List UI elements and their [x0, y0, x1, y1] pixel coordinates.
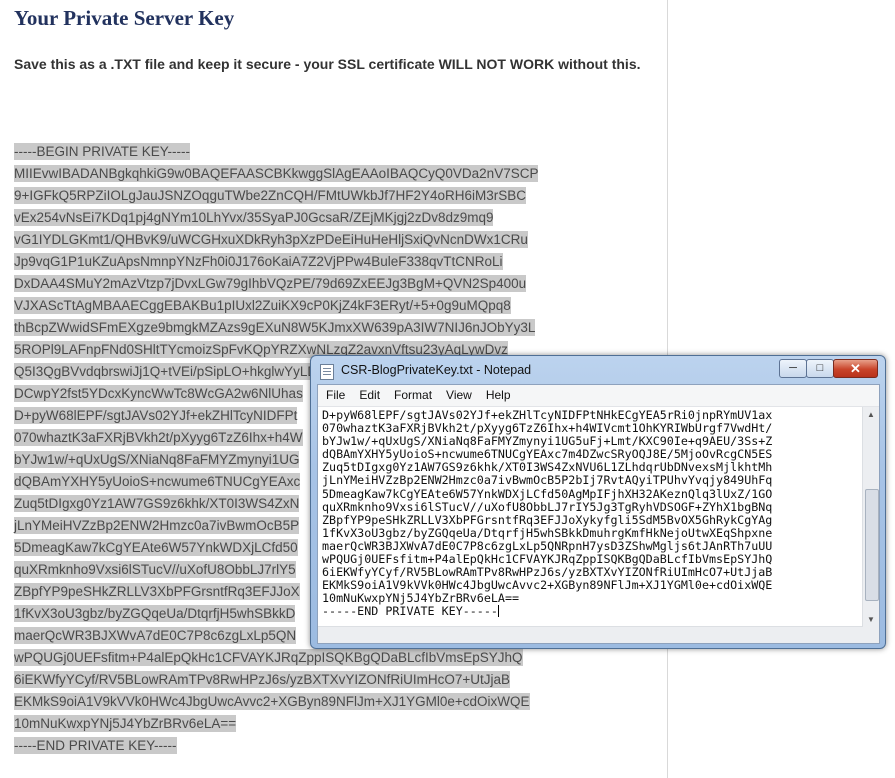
minimize-button[interactable]: ─ [779, 359, 807, 378]
notepad-line: 1fKvX3oU3gbz/byZGQqeUa/DtqrfjH5whSBkkDmu… [322, 526, 773, 540]
key-line-text: ZBpfYP9peSHkZRLLV3XbPFGrsntfRq3EFJJoX [14, 583, 300, 600]
key-line: wPQUGj0UEFsfitm+P4alEpQkHc1CFVAYKJRqZppI… [14, 647, 538, 669]
notepad-line: ZBpfYP9peSHkZRLLV3XbPFGrsntfRq3EFJJoXyky… [322, 513, 773, 527]
key-line: thBcpZWwidSFmEXgze9bmgkMZAzs9gEXuN8W5KJm… [14, 317, 538, 339]
key-line: Jp9vqG1P1uKZuApsNmnpYNzFh0i0J176oKaiA7Z2… [14, 251, 538, 273]
key-line-text: MIIEvwIBADANBgkqhkiG9w0BAQEFAASCBKkwggSl… [14, 165, 539, 182]
key-line: 10mNuKwxpYNj5J4YbZrBRv6eLA== [14, 713, 538, 735]
key-line: -----END PRIVATE KEY----- [14, 735, 538, 757]
notepad-client: File Edit Format View Help D+pyW68lEPF/sgtJA… [317, 384, 880, 644]
key-line-text: Zuq5tDIgxg0Yz1AW7GS9z6khk/XT0I3WS4ZxN [14, 495, 300, 512]
notepad-line: 070whaztK3aFXRjBVkh2t/pXyyg6TzZ6Ihx+h4WI… [322, 422, 773, 436]
key-line-text: bYJw1w/+qUxUgS/XNiaNq8FaFMYZmynyi1UG [14, 451, 300, 468]
key-line-text: 10mNuKwxpYNj5J4YbZrBRv6eLA== [14, 715, 237, 732]
notepad-line: bYJw1w/+qUxUgS/XNiaNq8FaFMYZmynyi1UG5uFj… [322, 435, 773, 449]
notepad-menubar: File Edit Format View Help [318, 385, 879, 407]
key-line-text: VJXAScTtAgMBAAECggEBAKBu1pIUxl2ZuiKX9cP0… [14, 297, 511, 314]
horizontal-scrollbar[interactable] [318, 626, 863, 643]
key-line-text: vEx254vNsEi7KDq1pj4gNYm10LhYvx/35SyaPJ0G… [14, 209, 494, 226]
notepad-line: D+pyW68lEPF/sgtJAVs02YJf+ekZHlTcyNIDFPtN… [322, 409, 773, 422]
notepad-line: 6iEKWfyYCyf/RV5BLowRAmTPv8RwHPzJ6s/yzBXT… [322, 566, 773, 580]
key-line-text: maerQcWR3BJXWvA7dE0C7P8c6zgLxLp5QN [14, 627, 297, 644]
key-line-text: -----END PRIVATE KEY----- [14, 737, 177, 754]
key-line-text: 6iEKWfyYCyf/RV5BLowRAmTPv8RwHPzJ6s/yzBXT… [14, 671, 510, 688]
text-caret [497, 605, 499, 618]
notepad-line: maerQcWR3BJXWvA7dE0C7P8c6zgLxLp5QNRpnH7y… [322, 539, 773, 553]
key-line: vG1IYDLGKmt1/QHBvK9/uWCGHxuXDkRyh3pXzPDe… [14, 229, 538, 251]
close-button[interactable]: ✕ [833, 359, 878, 378]
key-line-text: 5DmeagKaw7kCgYEAte6W57YnkWDXjLCfd50 [14, 539, 298, 556]
notepad-icon [320, 364, 334, 380]
notepad-line: -----END PRIVATE KEY----- [322, 605, 499, 619]
key-line: 9+IGFkQ5RPZiIOLgJauJSNZOqguTWbe2ZnCQH/FM… [14, 185, 538, 207]
key-line: vEx254vNsEi7KDq1pj4gNYm10LhYvx/35SyaPJ0G… [14, 207, 538, 229]
menu-edit[interactable]: Edit [351, 385, 386, 402]
key-line-text: Q5I3QgBVvdqbrswiJj1Q+tVEi/pSipLO+hkglwYy… [14, 363, 327, 380]
scroll-up-arrow-icon[interactable]: ▲ [863, 407, 879, 422]
notepad-line: EKMkS9oiA1V9kVVk0HWc4JbgUwcAvvc2+XGByn89… [322, 579, 773, 593]
key-line-text: Jp9vqG1P1uKZuApsNmnpYNzFh0i0J176oKaiA7Z2… [14, 253, 503, 270]
menu-format[interactable]: Format [386, 385, 438, 402]
menu-help[interactable]: Help [478, 385, 517, 402]
notepad-line: 5DmeagKaw7kCgYEAte6W57YnkWDXjLCfd50AgMpI… [322, 487, 773, 501]
key-line-text: jLnYMeiHVZzBp2ENW2Hmzc0a7ivBwmOcB5P [14, 517, 300, 534]
vertical-scrollbar[interactable]: ▲ ▼ [862, 407, 879, 627]
key-line-text: 9+IGFkQ5RPZiIOLgJauJSNZOqguTWbe2ZnCQH/FM… [14, 187, 527, 204]
key-line-text: DxDAA4SMuY2mAzVtzp7jDvxLGw79gIhbVQzPE/79… [14, 275, 527, 292]
menu-file[interactable]: File [318, 385, 351, 402]
notepad-line: wPQUGj0UEFsfitm+P4alEpQkHc1CFVAYKJRqZppI… [322, 553, 773, 567]
key-line-text: quXRmknho9Vxsi6lSTucV//uXofU8ObbLJ7rlY5 [14, 561, 296, 578]
key-line: DxDAA4SMuY2mAzVtzp7jDvxLGw79gIhbVQzPE/79… [14, 273, 538, 295]
key-line-text: DCwpY2fst5YDcxKyncWwTc8WcGA2w6NlUhas [14, 385, 303, 402]
notepad-line: quXRmknho9Vxsi6lSTucV//uXofU8ObbLJ7rIY5J… [322, 500, 773, 514]
key-line-text: D+pyW68lEPF/sgtJAVs02YJf+ekZHlTcyNIDFPt [14, 407, 298, 424]
notepad-line: Zuq5tDIgxg0Yz1AW7GS9z6khk/XT0I3WS4ZxNVU6… [322, 461, 773, 475]
notepad-line: dQBAmYXHY5yUoioS+ncwume6TNUCgYEAxc7m4DZw… [322, 448, 773, 462]
key-line-text: 070whaztK3aFXRjBVkh2t/pXyyg6TzZ6Ihx+h4W [14, 429, 303, 446]
notepad-text-area[interactable]: D+pyW68lEPF/sgtJAVs02YJf+ekZHlTcyNIDFPtN… [322, 409, 862, 619]
key-line-text: EKMkS9oiA1V9kVVk0HWc4JbgUwcAvvc2+XGByn89… [14, 693, 530, 710]
menu-view[interactable]: View [438, 385, 478, 402]
key-line: MIIEvwIBADANBgkqhkiG9w0BAQEFAASCBKkwggSl… [14, 163, 539, 185]
key-line: VJXAScTtAgMBAAECggEBAKBu1pIUxl2ZuiKX9cP0… [14, 295, 538, 317]
notepad-window[interactable]: CSR-BlogPrivateKey.txt - Notepad ─ □ ✕ F… [310, 355, 886, 649]
key-line: -----BEGIN PRIVATE KEY----- [14, 141, 538, 163]
key-line: EKMkS9oiA1V9kVVk0HWc4JbgUwcAvvc2+XGByn89… [14, 691, 538, 713]
scrollbar-corner [863, 627, 879, 643]
scroll-down-arrow-icon[interactable]: ▼ [863, 612, 879, 627]
key-line: 6iEKWfyYCyf/RV5BLowRAmTPv8RwHPzJ6s/yzBXT… [14, 669, 538, 691]
notepad-title: CSR-BlogPrivateKey.txt - Notepad [341, 363, 532, 377]
notepad-line: 10mNuKwxpYNj5J4YbZrBRv6eLA== [322, 592, 520, 606]
key-line-text: 1fKvX3oU3gbz/byZGQqeUa/DtqrfjH5whSBkkD [14, 605, 296, 622]
key-line-text: -----BEGIN PRIVATE KEY----- [14, 143, 191, 160]
key-line-text: vG1IYDLGKmt1/QHBvK9/uWCGHxuXDkRyh3pXzPDe… [14, 231, 528, 248]
key-line-text: thBcpZWwidSFmEXgze9bmgkMZAzs9gEXuN8W5KJm… [14, 319, 536, 336]
key-line-text: wPQUGj0UEFsfitm+P4alEpQkHc1CFVAYKJRqZppI… [14, 649, 523, 666]
key-line-text: dQBAmYXHY5yUoioS+ncwume6TNUCgYEAxc [14, 473, 301, 490]
save-warning: Save this as a .TXT file and keep it sec… [14, 56, 641, 72]
notepad-line: jLnYMeiHVZzBp2ENW2Hmzc0a7ivBwmOcB5P2bIj7… [322, 474, 773, 488]
maximize-button[interactable]: □ [806, 359, 834, 378]
page-title: Your Private Server Key [14, 6, 235, 30]
notepad-titlebar[interactable]: CSR-BlogPrivateKey.txt - Notepad ─ □ ✕ [311, 356, 885, 384]
scrollbar-thumb[interactable] [865, 489, 879, 601]
